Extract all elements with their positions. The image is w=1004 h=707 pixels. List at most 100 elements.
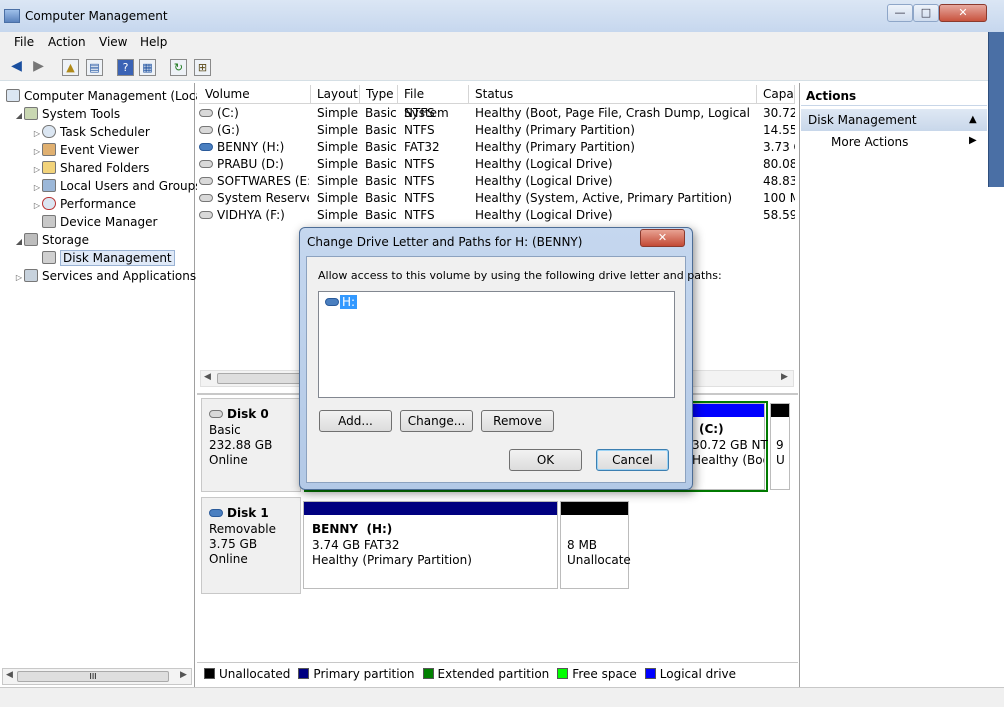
collapse-arrow-icon[interactable]: ▲ (969, 109, 977, 131)
export-list-icon[interactable]: ⊞ (194, 59, 211, 76)
tree-item-system-tools[interactable]: ◢ System Tools (14, 105, 120, 123)
tree-item-performance[interactable]: ▷ Performance (32, 195, 136, 213)
removable-disk-icon (325, 298, 339, 306)
column-header-capacity[interactable]: Capac (757, 85, 795, 104)
disk-icon (199, 160, 213, 168)
help-icon[interactable]: ? (117, 59, 134, 76)
collapsed-arrow-icon[interactable]: ▷ (14, 269, 24, 287)
legend-label: Unallocated (219, 667, 291, 681)
maximize-button[interactable]: □ (913, 4, 939, 22)
add-button[interactable]: Add... (319, 410, 392, 432)
table-cell-status: Healthy (System, Active, Primary Partiti… (475, 191, 733, 205)
table-cell-capacity: 14.55 (763, 123, 795, 137)
show-hide-tree-icon[interactable]: ▤ (86, 59, 103, 76)
partition-small[interactable]: 9 U (770, 403, 790, 490)
menu-help[interactable]: Help (140, 35, 167, 49)
minimize-button[interactable]: — (887, 4, 913, 22)
column-header-file-system[interactable]: File System (398, 85, 469, 120)
collapsed-arrow-icon[interactable]: ▷ (32, 197, 42, 215)
tree-item-services[interactable]: ▷ Services and Applications (14, 267, 196, 285)
menu-file[interactable]: File (14, 35, 34, 49)
table-row[interactable]: (G:) Simple Basic NTFS Healthy (Primary Part… (199, 122, 795, 139)
tree-item-event-viewer[interactable]: ▷ Event Viewer (32, 141, 139, 159)
table-row[interactable]: PRABU (D:) Simple Basic NTFS Healthy (Logica… (199, 156, 795, 173)
primary-partition-bar (304, 502, 557, 515)
partition-unallocated[interactable]: 8 MB Unallocate (560, 501, 631, 589)
refresh-icon[interactable]: ↻ (170, 59, 187, 76)
tree-item-disk-management[interactable]: Disk Management (42, 249, 175, 267)
ok-button[interactable]: OK (509, 449, 582, 471)
table-row[interactable]: VIDHYA (F:) Simple Basic NTFS Healthy (Logic… (199, 207, 795, 224)
column-header-layout[interactable]: Layout (311, 85, 360, 104)
scroll-left-arrow-icon[interactable]: ◀ (6, 670, 13, 680)
column-header-volume[interactable]: Volume (199, 85, 311, 104)
clock-icon (42, 125, 56, 138)
partition-benny-size: 3.74 GB FAT32 (312, 538, 400, 552)
table-cell-type: Basic (365, 123, 397, 137)
partition-c-name: (C:) (699, 422, 724, 436)
menu-view[interactable]: View (99, 35, 127, 49)
expanded-arrow-icon[interactable]: ◢ (14, 233, 24, 251)
column-header-status[interactable]: Status (469, 85, 757, 104)
close-window-button[interactable]: ✕ (939, 4, 987, 22)
up-folder-icon[interactable]: ▲ (62, 59, 79, 76)
tree-item-storage[interactable]: ◢ Storage (14, 231, 89, 249)
tree-item-device-manager[interactable]: Device Manager (42, 213, 157, 231)
table-cell-capacity: 3.73 G (763, 140, 795, 154)
scroll-right-arrow-icon[interactable]: ▶ (781, 372, 788, 382)
volume-name: System Reserved (217, 191, 309, 205)
table-cell-capacity: 48.83 (763, 174, 795, 188)
tree-item-local-users[interactable]: ▷ Local Users and Groups (32, 177, 202, 195)
actions-header: Actions (801, 86, 987, 106)
cancel-button[interactable]: Cancel (596, 449, 669, 471)
back-arrow-icon[interactable]: ◀ (8, 59, 25, 76)
list-item-h[interactable]: H: (325, 295, 358, 309)
forward-arrow-icon[interactable]: ▶ (30, 59, 47, 76)
table-cell-capacity: 58.59 (763, 208, 795, 222)
table-row[interactable]: SOFTWARES (E:) Simple Basic NTFS Healthy (Lo… (199, 173, 795, 190)
table-cell-type: Basic (365, 191, 397, 205)
partition-c[interactable]: (C:) 30.72 GB NT Healthy (Boo (689, 403, 768, 490)
services-icon (24, 269, 38, 282)
table-row[interactable]: (C:) Simple Basic NTFS Healthy (Boot, Page F… (199, 105, 795, 122)
disk-management-icon (42, 251, 56, 264)
disk0-kind: Basic (209, 423, 241, 437)
dialog-close-button[interactable]: ✕ (640, 229, 685, 247)
tree-item-task-scheduler[interactable]: ▷ Task Scheduler (32, 123, 150, 141)
table-row[interactable]: BENNY (H:) Simple Basic FAT32 Healthy (Prima… (199, 139, 795, 156)
action-pane-icon[interactable]: ▦ (139, 59, 156, 76)
more-actions-item[interactable]: More Actions ▶ (831, 135, 981, 149)
table-cell-fs: NTFS (404, 191, 435, 205)
table-row[interactable]: System Reserved Simple Basic NTFS Healthy (S… (199, 190, 795, 207)
table-cell-fs: FAT32 (404, 140, 440, 154)
column-header-type[interactable]: Type (360, 85, 398, 104)
computer-icon (6, 89, 20, 102)
table-cell-capacity: 80.08 (763, 157, 795, 171)
storage-icon (24, 233, 38, 246)
disk0-label[interactable]: Disk 0 Basic 232.88 GB Online (201, 398, 301, 492)
change-button[interactable]: Change... (400, 410, 473, 432)
tree-item-shared-folders[interactable]: ▷ Shared Folders (32, 159, 149, 177)
actions-section-disk-management[interactable]: Disk Management ▲ (801, 109, 987, 131)
expanded-arrow-icon[interactable]: ◢ (14, 107, 24, 125)
table-cell-status: Healthy (Boot, Page File, Crash Dump, Lo… (475, 106, 755, 120)
table-cell-layout: Simple (317, 140, 358, 154)
tree-horizontal-scrollbar[interactable]: ◀ III ▶ (2, 668, 192, 685)
volume-name: BENNY (H:) (217, 140, 285, 154)
scroll-thumb[interactable]: III (17, 671, 169, 682)
scroll-right-arrow-icon[interactable]: ▶ (180, 670, 187, 680)
drive-letter-list[interactable]: H: (318, 291, 675, 398)
scroll-left-arrow-icon[interactable]: ◀ (204, 372, 211, 382)
legend-item: Extended partition (422, 667, 549, 681)
dialog-title: Change Drive Letter and Paths for H: (BE… (307, 235, 583, 249)
table-cell-layout: Simple (317, 208, 358, 222)
disk-icon (199, 211, 213, 219)
table-cell-type: Basic (365, 208, 397, 222)
volume-name: (G:) (217, 123, 240, 137)
tree-item-root[interactable]: Computer Management (Local (6, 87, 206, 105)
disk1-label[interactable]: Disk 1 Removable 3.75 GB Online (201, 497, 301, 594)
remove-button[interactable]: Remove (481, 410, 554, 432)
volume-name: (C:) (217, 106, 239, 120)
partition-benny[interactable]: BENNY (H:) 3.74 GB FAT32 Healthy (Primar… (303, 501, 558, 589)
menu-action[interactable]: Action (48, 35, 86, 49)
